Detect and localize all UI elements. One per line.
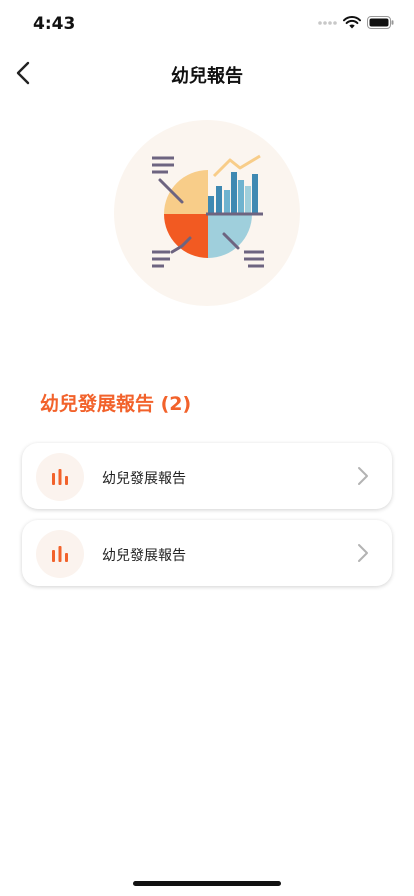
report-list: 幼兒發展報告 幼兒發展報告 — [22, 443, 392, 597]
report-icon-badge — [36, 453, 84, 501]
status-time: 4:43 — [33, 14, 76, 34]
chevron-right-icon — [358, 467, 368, 485]
home-indicator — [133, 881, 281, 886]
page-title: 幼兒報告 — [171, 66, 243, 87]
status-bar: 4:43 — [0, 0, 414, 48]
bar-chart-icon — [52, 546, 68, 562]
report-card[interactable]: 幼兒發展報告 — [22, 443, 392, 509]
report-card-label: 幼兒發展報告 — [102, 548, 186, 564]
wifi-icon — [343, 16, 361, 29]
bar-chart-icon — [52, 469, 68, 485]
report-chart-illustration — [114, 120, 300, 306]
report-icon-badge — [36, 530, 84, 578]
nav-bar: 幼兒報告 — [0, 48, 414, 98]
status-icons — [317, 16, 394, 29]
chevron-right-icon — [358, 544, 368, 562]
report-card-label: 幼兒發展報告 — [102, 471, 186, 487]
report-card[interactable]: 幼兒發展報告 — [22, 520, 392, 586]
battery-icon — [367, 16, 394, 29]
section-title: 幼兒發展報告 (2) — [40, 393, 192, 415]
signal-icon — [318, 20, 337, 25]
